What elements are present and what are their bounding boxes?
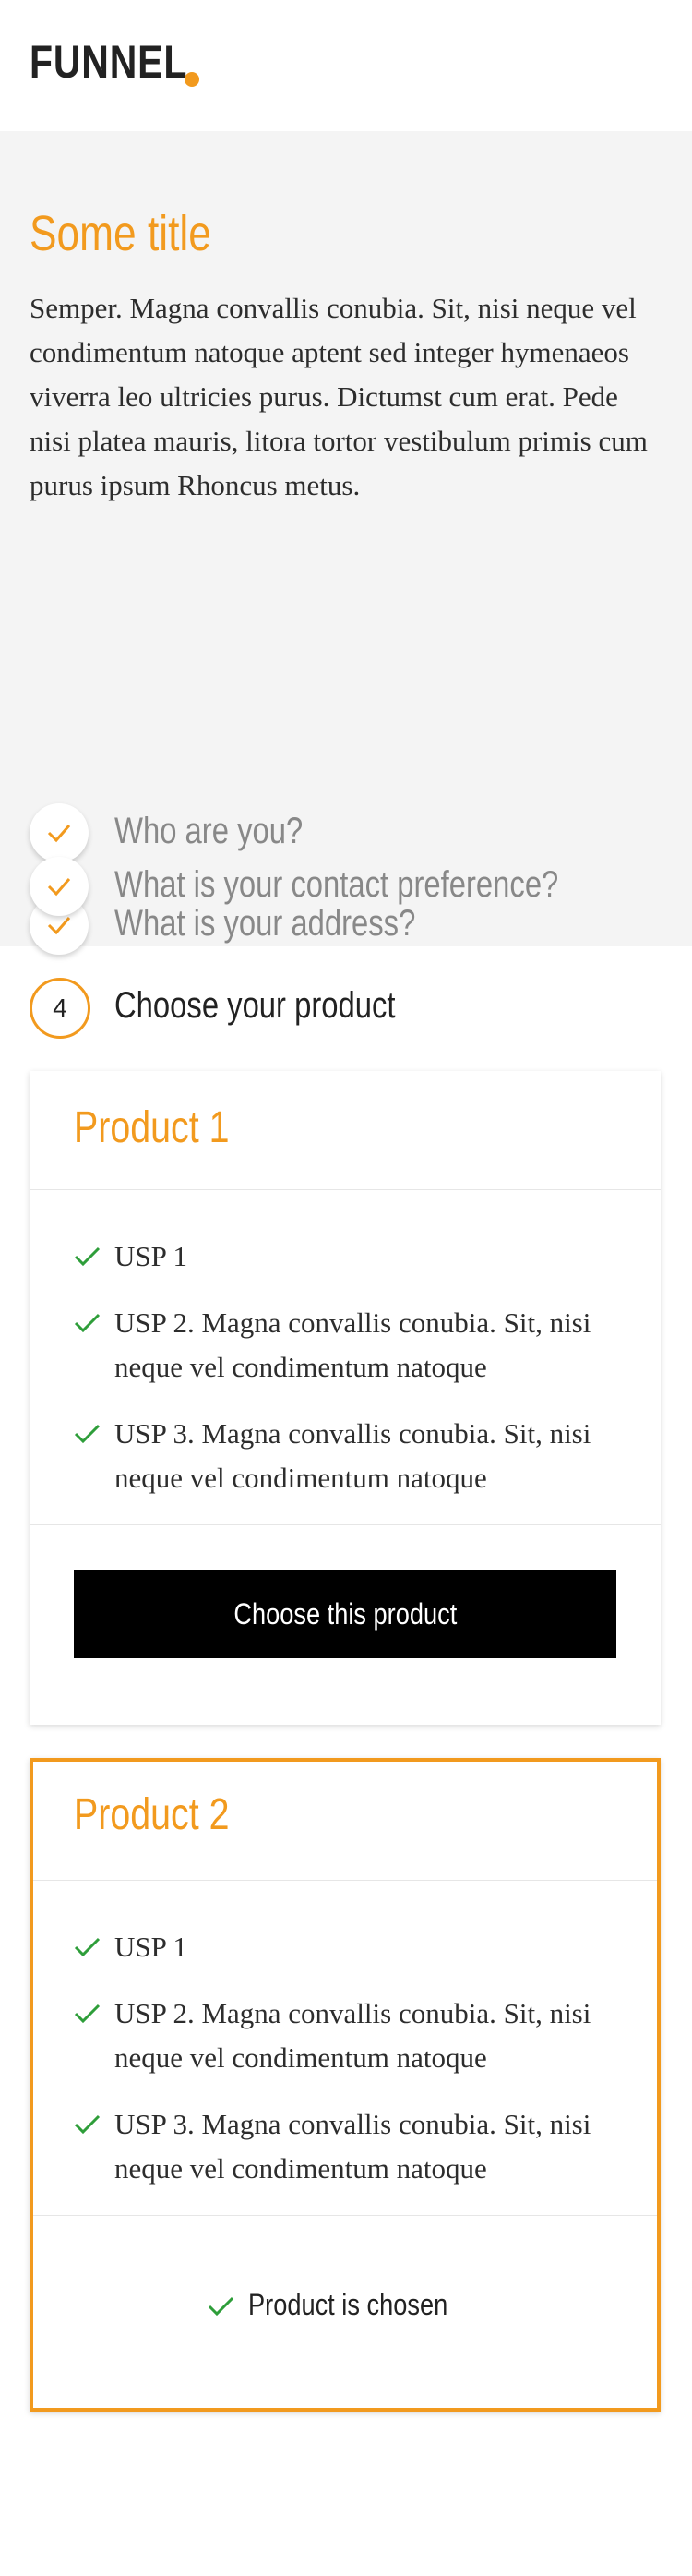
usp-list: USP 1 USP 2. Magna convallis conubia. Si…: [30, 1190, 661, 1525]
usp-text: USP 1: [114, 1931, 187, 1963]
header: FUNNEL: [0, 0, 692, 131]
step-number-badge: 4: [30, 978, 90, 1039]
product-card-footer: Product is chosen: [33, 2216, 657, 2410]
intro-text: Semper. Magna convallis conubia. Sit, ni…: [30, 292, 648, 501]
check-icon: [74, 1937, 101, 1957]
product-chosen-status: Product is chosen: [33, 2288, 657, 2322]
product-card-chosen: Product 2 USP 1 USP 2. Magna convallis c…: [30, 1758, 661, 2412]
step-check-circle: [30, 857, 89, 916]
completed-step[interactable]: What is your contact preference?: [30, 857, 675, 916]
intro-section: Some title Semper. Magna convallis conub…: [0, 131, 692, 955]
chosen-status-label: Product is chosen: [247, 2288, 448, 2321]
check-icon: [208, 2296, 233, 2317]
usp-text: USP 3. Magna convallis conubia. Sit, nis…: [114, 2108, 591, 2185]
check-icon: [74, 1313, 101, 1333]
product-card: Product 1 USP 1 USP 2. Magna convallis c…: [30, 1071, 661, 1725]
product-title: Product 1: [74, 1103, 230, 1152]
active-step-label: Choose your product: [114, 985, 396, 1026]
usp-text: USP 3. Magna convallis conubia. Sit, nis…: [114, 1417, 591, 1494]
usp-text: USP 1: [114, 1240, 187, 1272]
product-card-header: Product 2: [33, 1762, 657, 1881]
check-icon: [74, 1246, 101, 1267]
page-title: Some title: [30, 206, 211, 261]
usp-text: USP 2. Magna convallis conubia. Sit, nis…: [114, 1997, 591, 2074]
step-label: What is your contact preference?: [114, 864, 559, 905]
choose-product-button-label: Choose this product: [233, 1596, 457, 1631]
product-card-footer: Choose this product: [30, 1525, 661, 1725]
check-icon: [74, 1424, 101, 1444]
usp-text: USP 2. Magna convallis conubia. Sit, nis…: [114, 1306, 591, 1383]
logo-dot: [185, 72, 199, 87]
choose-product-button[interactable]: Choose this product: [74, 1570, 616, 1658]
usp-list: USP 1 USP 2. Magna convallis conubia. Si…: [33, 1881, 657, 2216]
logo: FUNNEL: [30, 36, 188, 88]
check-icon: [47, 878, 71, 897]
check-icon: [47, 917, 71, 935]
check-icon: [74, 2004, 101, 2024]
completed-step[interactable]: Who are you?: [30, 803, 675, 862]
active-step: 4 Choose your product: [30, 978, 675, 1039]
product-title: Product 2: [74, 1790, 230, 1839]
step-check-circle: [30, 803, 89, 862]
step-label: Who are you?: [114, 811, 304, 851]
product-card-header: Product 1: [30, 1071, 661, 1190]
check-icon: [47, 825, 71, 843]
check-icon: [74, 2114, 101, 2135]
